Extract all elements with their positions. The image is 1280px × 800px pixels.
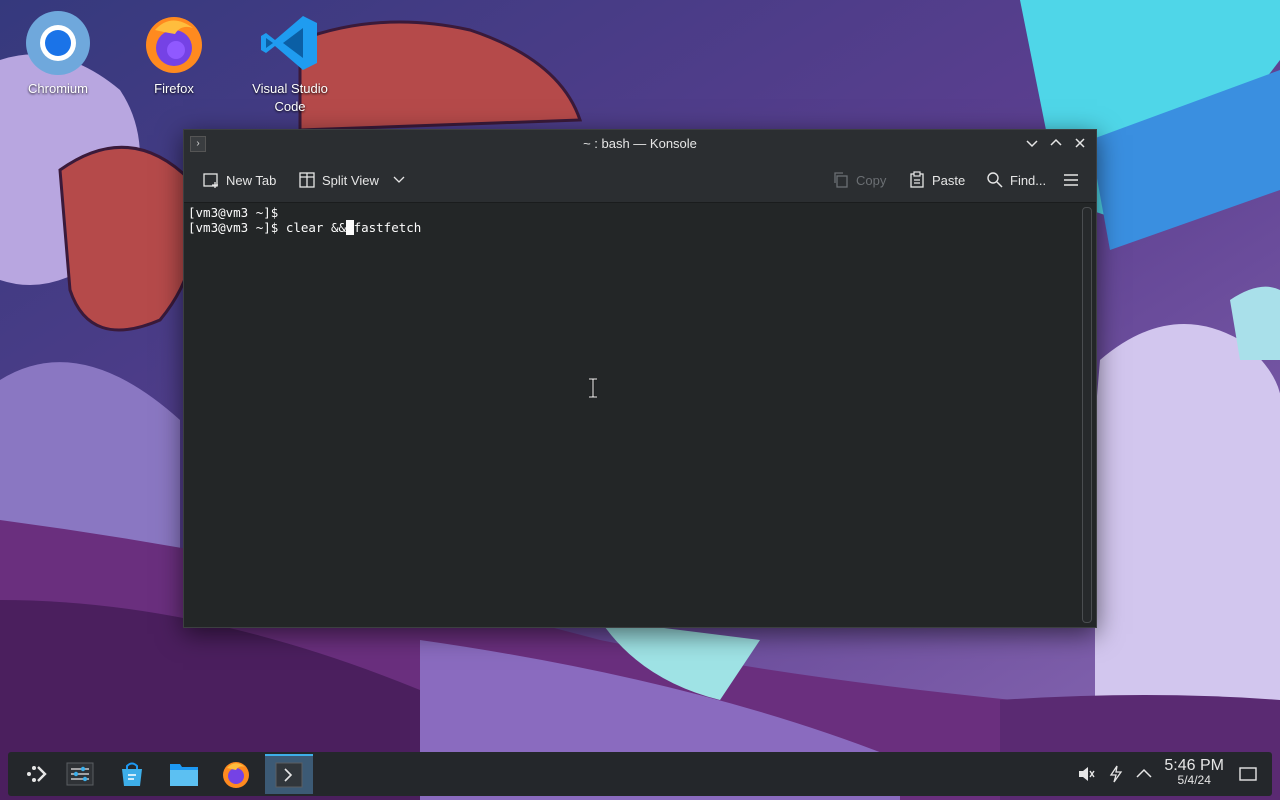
split-view-button[interactable]: Split View [298,170,407,190]
copy-icon [834,172,848,188]
vscode-icon [257,10,323,76]
desktop-icon-label: Visual Studio Code [252,81,328,114]
maximize-icon[interactable] [1046,134,1066,154]
text-cursor-icon [589,378,597,398]
window-titlebar[interactable]: › ~ : bash — Konsole [184,130,1096,158]
paste-button[interactable]: Paste [908,170,965,190]
desktop-icon-firefox[interactable]: Firefox [124,4,224,98]
terminal-line-current: [vm3@vm3 ~]$ clear && fastfetch [188,220,1078,235]
desktop-icon-vscode[interactable]: Visual Studio Code [240,4,340,116]
launcher-icon [27,766,47,782]
digital-clock[interactable]: 5:46 PM 5/4/24 [1164,758,1224,788]
terminal-icon [275,762,303,788]
search-icon [987,172,1003,188]
desktop-icon-label: Chromium [28,81,88,96]
settings-icon [66,762,94,786]
taskbar-konsole[interactable] [265,754,313,794]
terminal-cursor [346,220,354,235]
store-bag-icon [122,762,142,786]
copy-button[interactable]: Copy [832,170,886,190]
chromium-icon [25,10,91,76]
clock-time: 5:46 PM [1164,757,1224,774]
close-icon[interactable] [1070,134,1090,154]
desktop-icon-label: Firefox [154,81,194,96]
window-title: ~ : bash — Konsole [583,136,697,151]
paste-label: Paste [932,172,966,188]
terminal-line: [vm3@vm3 ~]$ [188,205,279,220]
firefox-icon [223,762,249,788]
new-tab-button[interactable]: New Tab [202,170,276,190]
show-hidden-icons-icon[interactable] [1134,764,1154,784]
minimize-icon[interactable] [1022,134,1042,154]
taskbar-system-settings[interactable] [56,754,104,794]
clock-date: 5/4/24 [1177,773,1211,787]
hamburger-menu-icon [1064,174,1078,186]
find-label: Find... [1010,172,1047,188]
konsole-window: › ~ : bash — Konsole New Tab Split View [183,129,1097,628]
paste-icon [910,171,924,188]
firefox-icon [141,10,207,76]
taskbar-firefox[interactable] [212,754,260,794]
split-view-icon [299,172,315,188]
split-view-label: Split View [322,172,379,188]
taskbar: 5:46 PM 5/4/24 [8,752,1272,796]
chevron-down-icon[interactable] [391,174,407,186]
hamburger-menu-button[interactable] [1062,170,1080,190]
terminal-command-suffix: fastfetch [353,220,422,235]
volume-muted-icon[interactable] [1076,764,1096,784]
new-tab-icon [203,173,218,188]
folder-icon [170,764,198,786]
konsole-toolbar: New Tab Split View Copy Paste Find... [184,158,1096,203]
taskbar-discover[interactable] [108,754,156,794]
new-tab-label: New Tab [226,172,277,188]
terminal-scrollbar[interactable] [1082,207,1092,623]
show-desktop-icon[interactable] [1238,764,1258,784]
taskbar-dolphin[interactable] [160,754,208,794]
terminal-area[interactable]: [vm3@vm3 ~]$ [vm3@vm3 ~]$ clear && fastf… [184,203,1082,627]
application-launcher-button[interactable] [12,754,60,794]
copy-label: Copy [856,172,887,188]
power-icon[interactable] [1106,764,1126,784]
find-button[interactable]: Find... [986,170,1046,190]
desktop-icon-chromium[interactable]: Chromium [8,4,108,98]
terminal-command-prefix: [vm3@vm3 ~]$ clear && [188,220,347,235]
